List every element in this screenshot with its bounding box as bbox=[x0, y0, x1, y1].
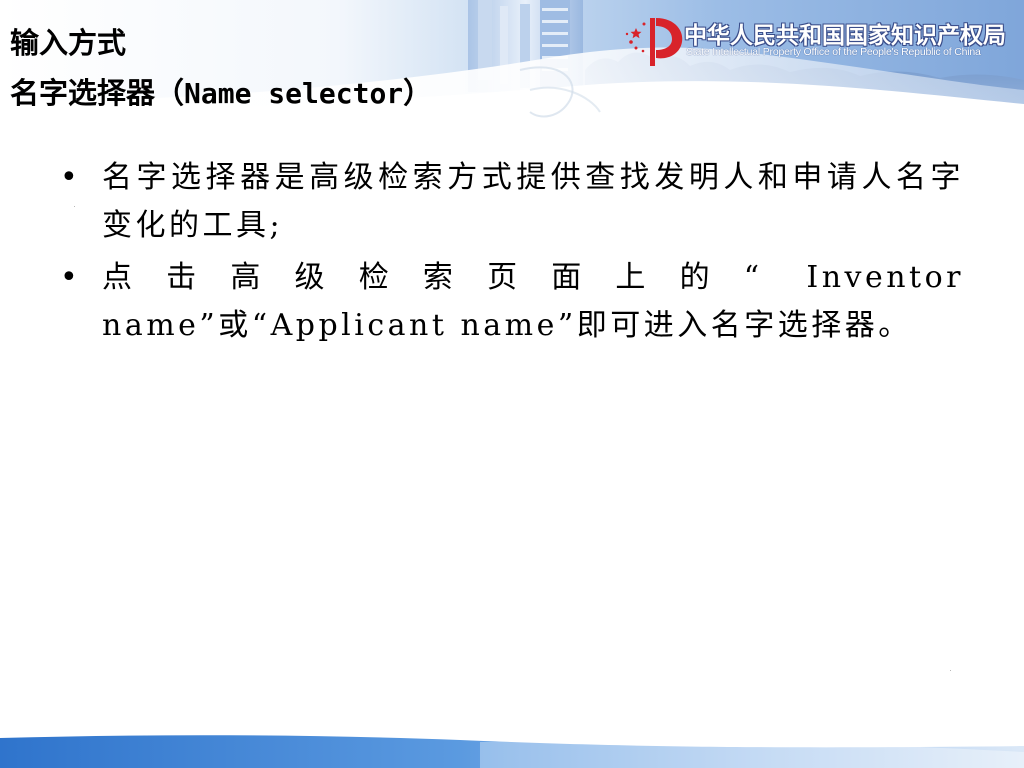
sipo-logo-icon bbox=[625, 18, 683, 66]
title-line-2-chinese: 名字选择器（ bbox=[10, 76, 185, 110]
speck bbox=[74, 206, 75, 207]
bullet-dot: • bbox=[60, 260, 78, 295]
title-line-1: 输入方式 bbox=[10, 26, 127, 60]
slide: 中华人民共和国国家知识产权局 State Intellectual Proper… bbox=[0, 0, 1024, 768]
bullet-item-2: • 点击高级检索页面上的“ Inventor name”或“Applicant … bbox=[60, 254, 964, 350]
title-line-2-close: ） bbox=[403, 76, 433, 110]
footer-bar bbox=[0, 735, 1024, 768]
logo-chinese-name: 中华人民共和国国家知识产权局 bbox=[684, 23, 1006, 49]
sipo-logo: 中华人民共和国国家知识产权局 State Intellectual Proper… bbox=[622, 14, 1018, 68]
bullet-dot: • bbox=[60, 160, 78, 195]
speck bbox=[950, 670, 951, 671]
bullet-list: • 名字选择器是高级检索方式提供查找发明人和申请人名字变化的工具; • 点击高级… bbox=[60, 154, 964, 354]
logo-english-name: State Intellectual Property Office of th… bbox=[686, 46, 981, 58]
bullet-item-1: • 名字选择器是高级检索方式提供查找发明人和申请人名字变化的工具; bbox=[60, 154, 964, 250]
slide-title: 输入方式 名字选择器（Name selector） bbox=[10, 18, 432, 119]
bullet-text-2: 点击高级检索页面上的“ Inventor name”或“Applicant na… bbox=[102, 260, 964, 343]
bullet-text-1: 名字选择器是高级检索方式提供查找发明人和申请人名字变化的工具; bbox=[102, 160, 964, 243]
title-line-2: 名字选择器（Name selector） bbox=[10, 68, 432, 119]
title-line-2-english: Name selector bbox=[184, 77, 404, 110]
